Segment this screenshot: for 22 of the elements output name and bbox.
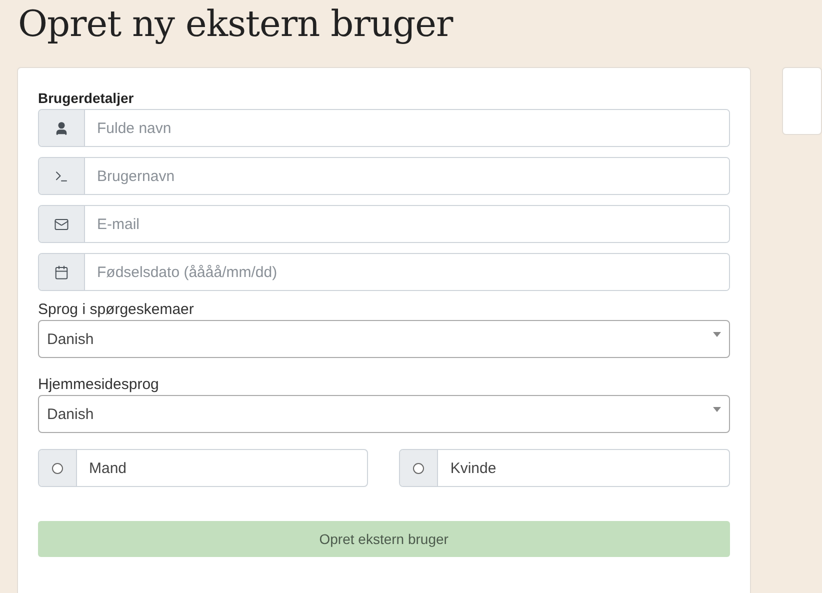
- side-card: [782, 67, 822, 135]
- submit-button[interactable]: Opret ekstern bruger: [38, 521, 730, 557]
- language-select[interactable]: Danish: [38, 320, 730, 358]
- radio-button[interactable]: [52, 462, 63, 474]
- language-select[interactable]: Danish: [38, 395, 730, 433]
- input-field[interactable]: Brugernavn: [38, 157, 730, 195]
- section-title: Brugerdetaljer: [38, 90, 135, 106]
- terminal-icon: [54, 168, 69, 184]
- envelope-icon: [54, 216, 69, 232]
- calendar-icon: [54, 264, 69, 280]
- page-title: Opret ny ekstern bruger: [17, 3, 454, 47]
- field-label: Hjemmesidesprog: [38, 376, 160, 393]
- field-label: Sprog i spørgeskemaer: [38, 301, 195, 318]
- input-field[interactable]: Fødselsdato (åååå/mm/dd): [38, 253, 730, 291]
- caret-icon: [712, 406, 721, 412]
- radio-option[interactable]: Mand: [38, 449, 368, 487]
- radio-option[interactable]: Kvinde: [399, 449, 730, 487]
- input-field[interactable]: Fulde navn: [38, 109, 730, 147]
- caret-icon: [712, 332, 721, 336]
- radio-button[interactable]: [413, 462, 424, 474]
- input-field[interactable]: E-mail: [38, 205, 730, 243]
- person-icon: [54, 120, 69, 136]
